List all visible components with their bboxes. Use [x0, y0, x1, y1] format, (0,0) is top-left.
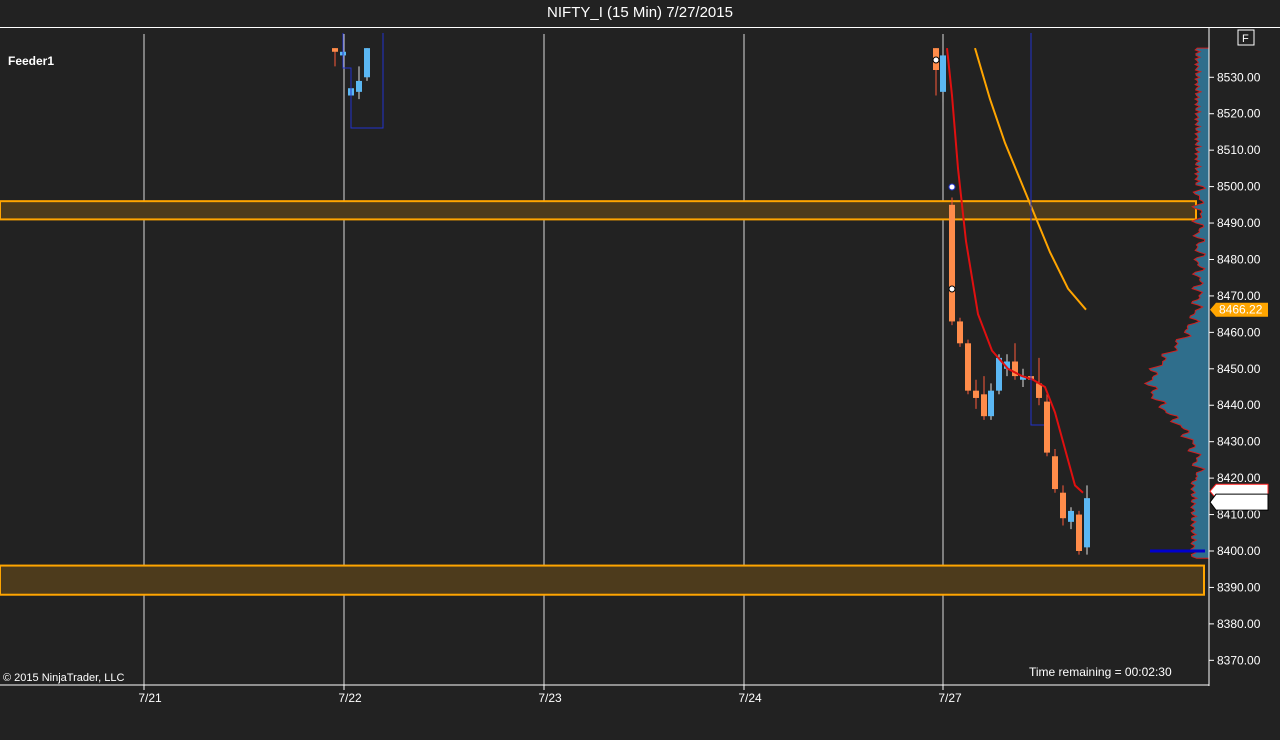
price-tick-label: 8370.00: [1217, 653, 1261, 667]
time-tick-label: 7/21: [138, 691, 162, 705]
candle[interactable]: [364, 48, 370, 81]
candle[interactable]: [1084, 485, 1090, 555]
candle-body: [965, 343, 971, 391]
time-remaining-text: Time remaining = 00:02:30: [1029, 665, 1172, 679]
price-zone: [0, 564, 1205, 596]
candle-body: [1052, 456, 1058, 490]
candle[interactable]: [1060, 485, 1066, 526]
time-axis: 7/21 7/22 7/23 7/24 7/27: [138, 685, 962, 705]
candle[interactable]: [949, 197, 955, 326]
candle-body: [332, 48, 338, 52]
candle-body: [364, 48, 370, 78]
price-axis: 8370.008380.008390.008400.008410.008420.…: [1209, 70, 1269, 667]
chart-canvas[interactable]: 8370.008380.008390.008400.008410.008420.…: [0, 0, 1280, 740]
candle-body: [988, 390, 994, 417]
price-tick-label: 8530.00: [1217, 70, 1261, 84]
volume-profile: [1143, 47, 1210, 559]
time-tick-label: 7/23: [538, 691, 562, 705]
time-tick-label: 7/22: [338, 691, 362, 705]
candle[interactable]: [332, 48, 338, 67]
support-resistance-zones: [0, 200, 1205, 596]
candle-body: [981, 394, 987, 417]
candle[interactable]: [1044, 394, 1050, 457]
candle-body: [1060, 492, 1066, 519]
candle[interactable]: [933, 48, 939, 96]
candle-body: [356, 80, 362, 92]
candle-body: [973, 390, 979, 398]
time-tick-label: 7/24: [738, 691, 762, 705]
range-marker-line: [342, 33, 384, 129]
price-tick-label: 8450.00: [1217, 362, 1261, 376]
candle-body: [1084, 498, 1090, 548]
time-tick-label: 7/27: [938, 691, 962, 705]
overlays: [342, 33, 1205, 553]
candle[interactable]: [1052, 448, 1058, 493]
f-button-label[interactable]: F: [1242, 33, 1249, 45]
candle[interactable]: [965, 339, 971, 395]
signal-dot: [948, 183, 956, 191]
price-zone: [0, 200, 1197, 221]
price-tick-label: 8520.00: [1217, 107, 1261, 121]
signal-dot: [948, 285, 956, 293]
price-tick-label: 8460.00: [1217, 325, 1261, 339]
price-tick-label: 8440.00: [1217, 398, 1261, 412]
price-tick-label: 8400.00: [1217, 544, 1261, 558]
candle[interactable]: [988, 383, 994, 420]
candle-body: [1076, 514, 1082, 551]
f-button[interactable]: F: [1237, 29, 1255, 46]
candle-body: [996, 357, 1002, 391]
candle-body: [940, 55, 946, 92]
price-tick-label: 8390.00: [1217, 580, 1261, 594]
candle[interactable]: [973, 379, 979, 409]
price-tick-label: 8500.00: [1217, 180, 1261, 194]
price-tick-label: 8420.00: [1217, 471, 1261, 485]
price-tick-label: 8510.00: [1217, 143, 1261, 157]
candle[interactable]: [957, 317, 963, 347]
candle[interactable]: [356, 66, 362, 100]
price-tick-label: 8430.00: [1217, 435, 1261, 449]
price-tick-label: 8470.00: [1217, 289, 1261, 303]
price-tick-label: 8480.00: [1217, 252, 1261, 266]
signal-dot: [932, 56, 940, 64]
candle-body: [949, 204, 955, 322]
price-tick-label: 8380.00: [1217, 617, 1261, 631]
candle[interactable]: [981, 376, 987, 420]
price-tick-label: 8490.00: [1217, 216, 1261, 230]
volume-profile-shape: [1143, 47, 1210, 559]
candle[interactable]: [940, 51, 946, 103]
range-marker-line: [1030, 33, 1044, 426]
candle[interactable]: [1076, 510, 1082, 555]
ema-price-label: 8466.22: [1219, 303, 1263, 317]
moving-averages: [946, 47, 1087, 494]
candle-body: [1068, 510, 1074, 522]
last-price-label: 8414.50: [1219, 495, 1263, 509]
ema-fast-line: [946, 47, 1084, 494]
panel-label: Feeder1: [8, 54, 54, 68]
copyright-text: © 2015 NinjaTrader, LLC: [3, 672, 124, 684]
candle[interactable]: [1068, 507, 1074, 530]
candle-body: [957, 321, 963, 344]
candle-body: [1044, 401, 1050, 453]
